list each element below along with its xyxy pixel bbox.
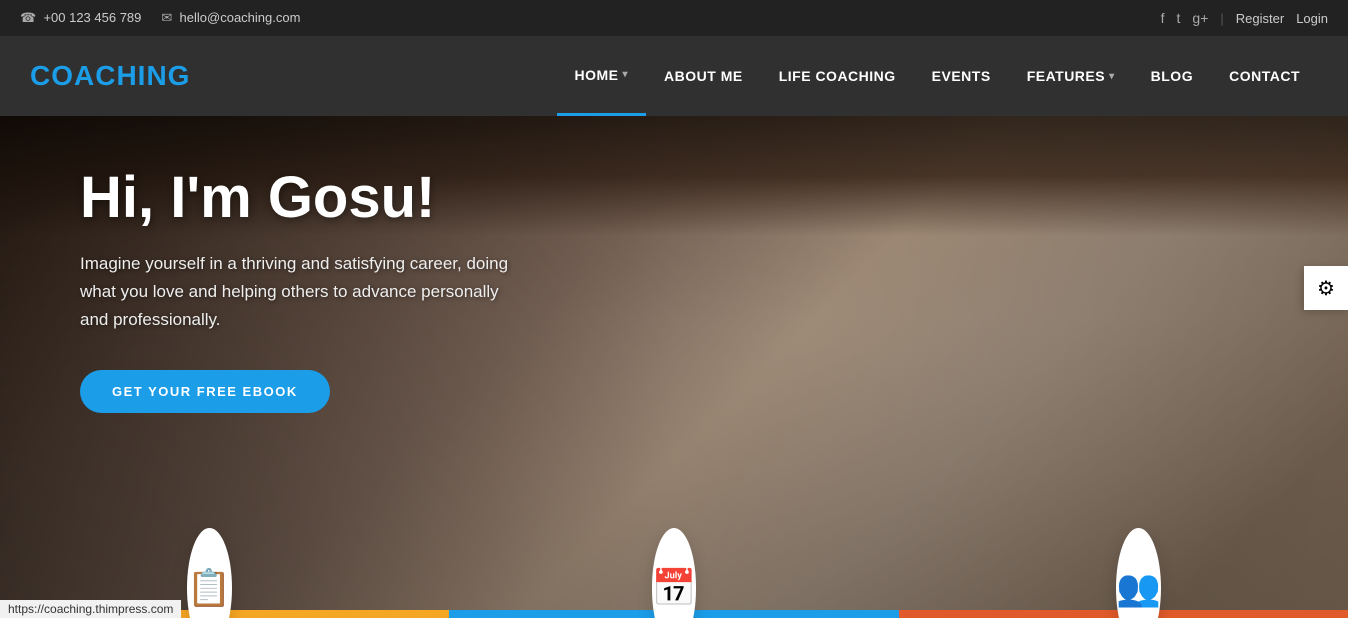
- nav-item-contact[interactable]: CONTACT: [1211, 36, 1318, 116]
- logo[interactable]: COACHING: [30, 60, 190, 92]
- email-info: ✉ hello@coaching.com: [161, 10, 300, 26]
- phone-info: ☎ +00 123 456 789: [20, 10, 141, 26]
- nav-menu: HOME ▾ ABOUT ME LIFE COACHING EVENTS FEA…: [557, 36, 1318, 116]
- bottom-circles: 📋 📅 👥: [0, 528, 1348, 618]
- nav-link-blog[interactable]: BLOG: [1133, 36, 1211, 116]
- nav-arrow-features: ▾: [1109, 71, 1115, 82]
- hero-content: Hi, I'm Gosu! Imagine yourself in a thri…: [80, 166, 510, 413]
- register-link[interactable]: Register: [1236, 11, 1284, 26]
- nav-arrow-home: ▾: [623, 69, 629, 80]
- facebook-icon[interactable]: f: [1161, 10, 1165, 26]
- nav-item-about[interactable]: ABOUT ME: [646, 36, 761, 116]
- calendar-icon: 📅: [652, 567, 697, 609]
- separator: |: [1220, 11, 1223, 26]
- nav-link-home[interactable]: HOME ▾: [557, 36, 647, 116]
- nav-link-events[interactable]: EVENTS: [914, 36, 1009, 116]
- hero-cta-button[interactable]: GET YOUR FREE EBOOK: [80, 370, 330, 413]
- circle-books[interactable]: 📋: [187, 528, 232, 618]
- phone-icon: ☎: [20, 10, 36, 25]
- nav-item-features[interactable]: FEATURES ▾: [1009, 36, 1133, 116]
- books-icon: 📋: [187, 567, 232, 609]
- gear-icon: ⚙: [1317, 276, 1335, 301]
- logo-text-blue: ING: [138, 60, 191, 91]
- topbar-right: f t g+ | Register Login: [1161, 10, 1328, 26]
- nav-link-contact[interactable]: CONTACT: [1211, 36, 1318, 116]
- hero-subtitle: Imagine yourself in a thriving and satis…: [80, 250, 510, 334]
- hero-title: Hi, I'm Gosu!: [80, 166, 510, 230]
- circle-calendar[interactable]: 📅: [652, 528, 697, 618]
- urlbar: https://coaching.thimpress.com: [0, 600, 181, 618]
- nav-item-life-coaching[interactable]: LIFE COACHING: [761, 36, 914, 116]
- topbar-left: ☎ +00 123 456 789 ✉ hello@coaching.com: [20, 10, 300, 26]
- phone-number: +00 123 456 789: [43, 10, 141, 25]
- nav-link-about[interactable]: ABOUT ME: [646, 36, 761, 116]
- circle-people[interactable]: 👥: [1116, 528, 1161, 618]
- hero-section: Hi, I'm Gosu! Imagine yourself in a thri…: [0, 116, 1348, 618]
- email-address: hello@coaching.com: [180, 10, 301, 25]
- nav-item-home[interactable]: HOME ▾: [557, 36, 647, 116]
- navbar: COACHING HOME ▾ ABOUT ME LIFE COACHING E…: [0, 36, 1348, 116]
- gear-settings-button[interactable]: ⚙: [1304, 266, 1348, 310]
- logo-text-black: COACH: [30, 60, 138, 91]
- people-icon: 👥: [1116, 567, 1161, 609]
- nav-link-life-coaching[interactable]: LIFE COACHING: [761, 36, 914, 116]
- nav-item-events[interactable]: EVENTS: [914, 36, 1009, 116]
- nav-item-blog[interactable]: BLOG: [1133, 36, 1211, 116]
- login-link[interactable]: Login: [1296, 11, 1328, 26]
- url-text: https://coaching.thimpress.com: [8, 602, 173, 616]
- twitter-icon[interactable]: t: [1177, 10, 1181, 26]
- email-icon: ✉: [161, 10, 172, 25]
- topbar: ☎ +00 123 456 789 ✉ hello@coaching.com f…: [0, 0, 1348, 36]
- gplus-icon[interactable]: g+: [1192, 10, 1208, 26]
- nav-link-features[interactable]: FEATURES ▾: [1009, 36, 1133, 116]
